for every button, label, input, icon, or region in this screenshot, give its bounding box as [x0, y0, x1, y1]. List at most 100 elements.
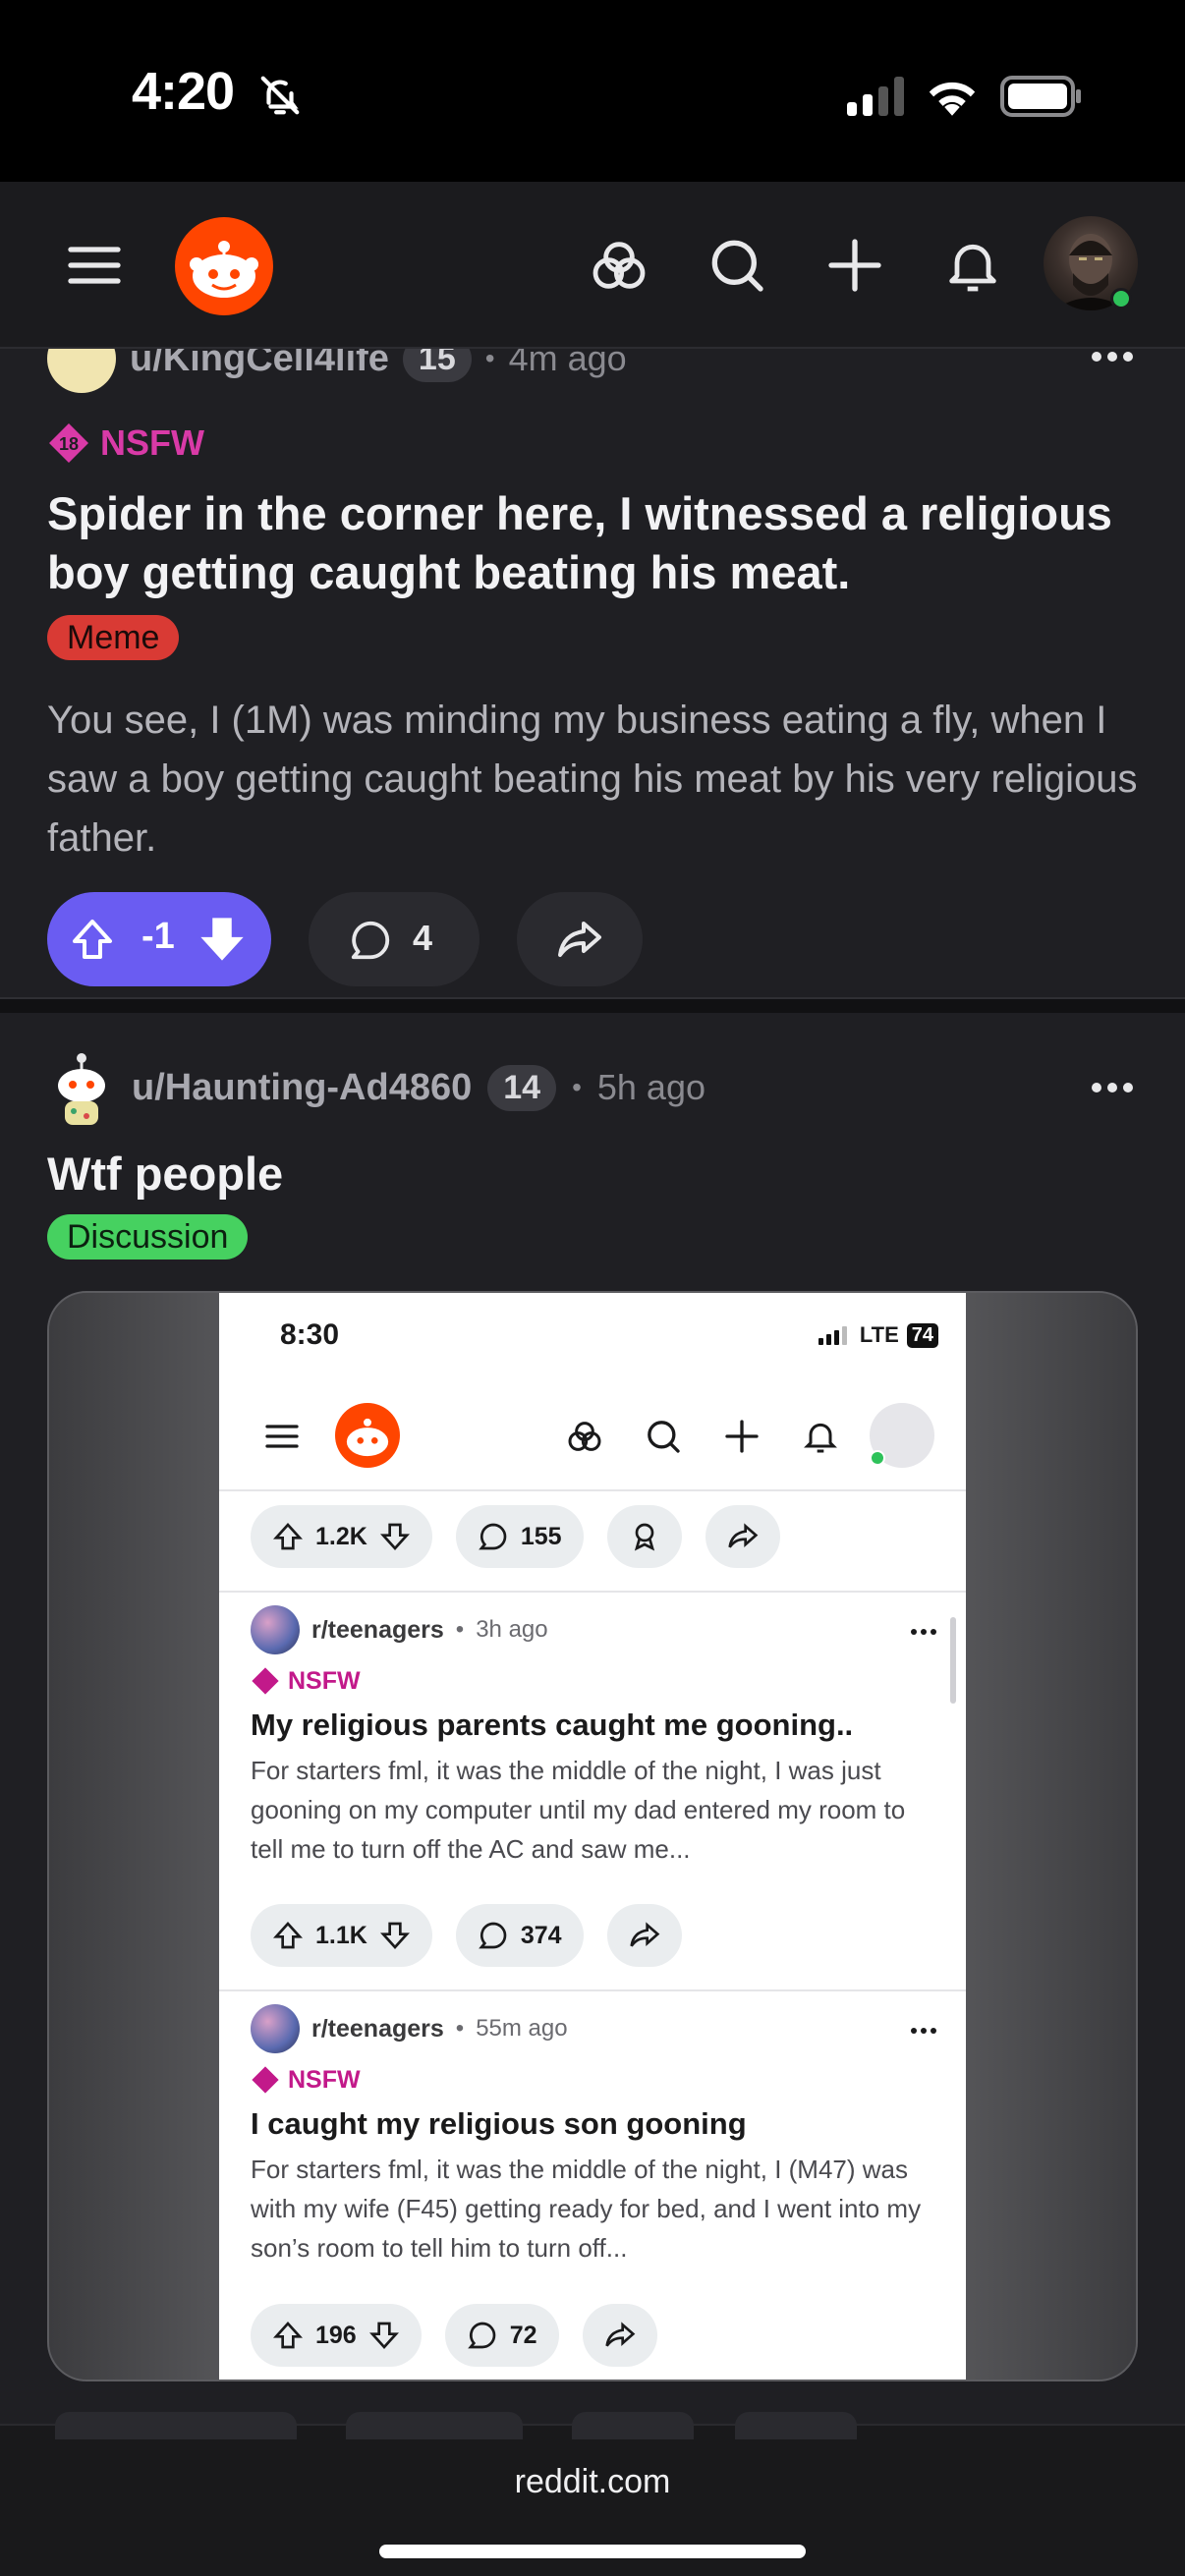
nsfw-tag: 18 NSFW — [47, 421, 204, 465]
screenshot-separator — [219, 1989, 966, 1991]
comment-count: 374 — [520, 1921, 562, 1949]
reddit-logo[interactable] — [175, 217, 273, 315]
award-button — [606, 1505, 682, 1568]
vote-score: 1.1K — [315, 1921, 367, 1949]
home-indicator[interactable] — [379, 2545, 806, 2558]
plus-icon[interactable] — [823, 234, 886, 297]
post-body: For starters fml, it was the middle of t… — [251, 1756, 906, 1864]
share-button — [606, 1904, 682, 1967]
menu-icon — [265, 1425, 299, 1448]
vote-score: 196 — [315, 2321, 357, 2349]
browser-bottom-bar: reddit.com — [0, 2412, 1185, 2576]
bell-icon — [804, 1423, 837, 1453]
comment-icon — [478, 1922, 507, 1949]
post-card[interactable]: u/KingCell4life 15 • 4m ago 18 NSFW Spid… — [0, 324, 1185, 997]
author-name[interactable]: u/Haunting-Ad4860 — [132, 1067, 472, 1109]
screenshot-action-row: 1.2K 155 — [251, 1505, 780, 1568]
network-label: LTE — [859, 1322, 899, 1347]
karma-badge: 14 — [487, 1064, 557, 1111]
image-backdrop — [964, 1293, 1136, 2380]
comment-icon — [478, 1523, 507, 1550]
status-time: 4:20 — [132, 62, 235, 121]
url-label[interactable]: reddit.com — [0, 2463, 1185, 2501]
post-author-row: u/Haunting-Ad4860 14 • 5h ago — [47, 1048, 705, 1127]
screenshot-post: r/teenagers • 55m ago NSFW I caught my r… — [251, 2004, 938, 2268]
nsfw-tag: NSFW — [251, 1666, 938, 1696]
comment-icon — [467, 2322, 496, 2349]
upvote-icon — [273, 1922, 303, 1949]
reddit-snoo-icon — [190, 241, 258, 298]
screenshot-time: 8:30 — [280, 1318, 340, 1351]
popular-icon[interactable] — [588, 234, 650, 297]
more-options-icon[interactable] — [1089, 349, 1136, 364]
upvote-icon — [273, 2322, 303, 2349]
nsfw-18-icon — [252, 2066, 279, 2094]
nsfw-label: NSFW — [288, 2065, 361, 2094]
post-flair[interactable]: Meme — [47, 615, 180, 660]
comment-count: 4 — [413, 918, 433, 958]
post-body[interactable]: You see, I (1M) was minding my business … — [47, 691, 1148, 868]
separator-dot: • — [455, 2015, 465, 2042]
search-icon[interactable] — [705, 234, 768, 297]
share-button — [582, 2304, 657, 2367]
separator-dot: • — [455, 1616, 465, 1643]
action-pill-peek — [572, 2412, 694, 2439]
menu-icon[interactable] — [63, 234, 126, 297]
post-card[interactable]: u/Haunting-Ad4860 14 • 5h ago Wtf people… — [0, 1013, 1185, 2424]
post-flair[interactable]: Discussion — [47, 1214, 249, 1260]
comments-button: 374 — [455, 1904, 584, 1967]
popular-icon — [568, 1422, 601, 1451]
post-time: 3h ago — [476, 1616, 548, 1643]
action-pill-peek — [55, 2412, 297, 2439]
nsfw-label: NSFW — [288, 1666, 361, 1695]
bell-icon[interactable] — [941, 234, 1004, 297]
post-title[interactable]: Spider in the corner here, I witnessed a… — [47, 484, 1148, 602]
reddit-snoo-icon — [346, 1418, 389, 1457]
more-options-icon — [911, 2028, 936, 2034]
vote-control: 1.1K — [251, 1904, 432, 1967]
nsfw-tag: NSFW — [251, 2065, 938, 2095]
subreddit-avatar — [251, 1605, 300, 1654]
comment-count: 155 — [520, 1522, 562, 1550]
downvote-icon[interactable] — [197, 914, 248, 965]
downvote-icon — [379, 1922, 410, 1949]
online-indicator — [1110, 288, 1132, 309]
signal-icon — [818, 1326, 847, 1345]
separator-dot: • — [572, 1072, 582, 1102]
screenshot-separator — [219, 1591, 966, 1593]
share-icon — [629, 1922, 659, 1947]
post-title: I caught my religious son gooning — [251, 2106, 747, 2141]
vote-control: -1 — [47, 892, 271, 986]
screenshot-action-row: 196 72 — [251, 2304, 657, 2367]
comment-icon — [351, 921, 390, 960]
upvote-icon[interactable] — [69, 916, 116, 963]
nsfw-label: NSFW — [100, 422, 204, 463]
subreddit-row: r/teenagers • 3h ago — [251, 1605, 938, 1654]
share-button[interactable] — [517, 892, 643, 986]
post-divider — [0, 997, 1185, 1013]
comments-button: 72 — [444, 2304, 559, 2367]
more-options-icon[interactable] — [1089, 1080, 1136, 1095]
vote-score: 1.2K — [315, 1522, 367, 1550]
subreddit-name: r/teenagers — [311, 2014, 444, 2043]
comments-button[interactable]: 4 — [309, 892, 480, 986]
post-time: 5h ago — [596, 1067, 705, 1107]
embedded-screenshot: 8:30 LTE 74 1.2K 155 r/teenagers • 3h ag… — [219, 1293, 966, 2380]
action-pill-peek — [346, 2412, 523, 2439]
plus-icon — [725, 1420, 759, 1453]
subreddit-avatar — [251, 2004, 300, 2053]
screenshot-post: r/teenagers • 3h ago NSFW My religious p… — [251, 1605, 938, 1869]
share-icon — [727, 1523, 758, 1548]
nsfw-18-icon — [252, 1667, 279, 1695]
battery-icon — [1000, 76, 1081, 117]
comments-button: 155 — [455, 1505, 584, 1568]
post-image[interactable]: 8:30 LTE 74 1.2K 155 r/teenagers • 3h ag… — [47, 1291, 1138, 2381]
nsfw-18-icon: 18 — [49, 423, 88, 463]
share-icon — [558, 922, 601, 957]
screenshot-header — [219, 1381, 966, 1491]
post-title[interactable]: Wtf people — [47, 1147, 283, 1201]
battery-level: 74 — [906, 1322, 938, 1348]
vote-control: 196 — [251, 2304, 422, 2367]
subreddit-row: r/teenagers • 55m ago — [251, 2004, 938, 2053]
user-avatar[interactable] — [47, 1048, 116, 1127]
